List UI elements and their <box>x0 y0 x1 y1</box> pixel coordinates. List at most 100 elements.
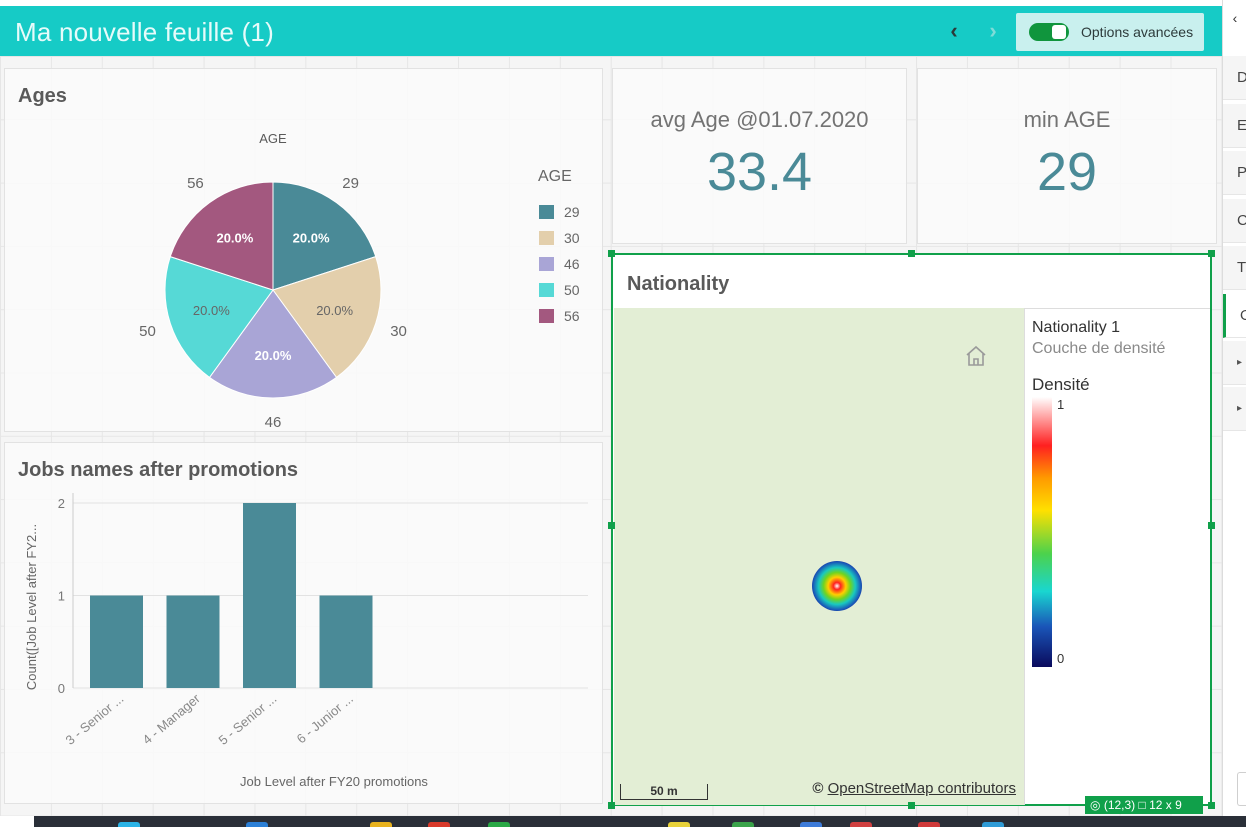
resize-handle-sw[interactable] <box>608 802 615 809</box>
pie-data-label: 20.0% <box>316 303 353 318</box>
jobs-panel[interactable]: Jobs names after promotions 012 3 - Seni… <box>4 442 603 804</box>
properties-tab[interactable]: T <box>1223 246 1246 290</box>
resize-handle-e[interactable] <box>1208 522 1215 529</box>
legend-swatch <box>539 309 554 323</box>
expand-arrow-icon[interactable]: ▸ <box>1223 341 1246 385</box>
density-color-ramp <box>1032 397 1052 667</box>
taskbar-app-icon[interactable] <box>918 822 940 827</box>
legend-item-label[interactable]: 46 <box>564 256 580 272</box>
layer-type: Couche de densité <box>1032 340 1166 357</box>
taskbar-app-icon[interactable] <box>246 822 268 827</box>
x-tick-label: 6 - Junior ... <box>294 691 356 747</box>
position-icon: ◎ <box>1090 798 1101 812</box>
resize-handle-se[interactable] <box>1208 802 1215 809</box>
bar[interactable] <box>319 595 373 689</box>
sheet-header: Ma nouvelle feuille (1) ‹ › Options avan… <box>0 6 1222 56</box>
legend-item-label[interactable]: 56 <box>564 308 580 324</box>
size-value: 12 x 9 <box>1149 798 1182 812</box>
home-icon[interactable] <box>964 344 988 368</box>
properties-tab[interactable]: P <box>1223 151 1246 195</box>
properties-tab[interactable]: C <box>1223 198 1246 243</box>
kpi-avg-age[interactable]: avg Age @01.07.2020 33.4 <box>612 68 907 244</box>
advanced-options-label: Options avancées <box>1081 24 1194 40</box>
os-taskbar <box>0 816 1246 827</box>
x-axis-label: Job Level after FY20 promotions <box>240 774 428 789</box>
taskbar-start-area <box>0 816 34 827</box>
kpi-value: 33.4 <box>706 142 813 202</box>
pie-category-label: 29 <box>342 175 359 192</box>
density-min-label: 0 <box>1057 651 1065 666</box>
pie-data-label: 20.0% <box>216 231 253 246</box>
position-value: (12,3) <box>1103 798 1136 812</box>
chevron-left-icon[interactable]: ‹ <box>942 18 966 44</box>
chart-title: AGE <box>259 131 287 146</box>
kpi-min-age[interactable]: min AGE 29 <box>917 68 1217 244</box>
taskbar-app-icon[interactable] <box>118 822 140 827</box>
panel-title: Nationality <box>627 273 730 295</box>
toggle-switch[interactable] <box>1029 23 1069 41</box>
legend-item-label[interactable]: 50 <box>564 282 580 298</box>
pie-data-label: 20.0% <box>293 231 330 246</box>
pie-category-label: 30 <box>390 323 407 340</box>
osm-link[interactable]: OpenStreetMap contributors <box>828 780 1016 797</box>
properties-pane: ‹ DEPCTO▸▸ <box>1222 0 1246 816</box>
legend-title: AGE <box>538 168 572 185</box>
legend-item-label[interactable]: 29 <box>564 204 580 220</box>
ages-panel[interactable]: Ages AGE 20.0% 29 20.0% 30 20.0% 46 20.0% 50 20.… <box>4 68 603 432</box>
properties-tab[interactable]: D <box>1223 56 1246 100</box>
legend-item-label[interactable]: 30 <box>564 230 580 246</box>
properties-tab[interactable]: E <box>1223 103 1246 148</box>
size-icon: □ <box>1138 798 1146 812</box>
taskbar-app-icon[interactable] <box>982 822 1004 827</box>
y-tick-label: 0 <box>58 681 65 696</box>
advanced-options-toggle[interactable]: Options avancées <box>1016 13 1204 51</box>
map-attribution: © OpenStreetMap contributors <box>812 780 1016 797</box>
pie-data-label: 20.0% <box>255 348 292 363</box>
y-axis-label: Count([Job Level after FY2... <box>24 524 39 690</box>
resize-handle-nw[interactable] <box>608 250 615 257</box>
taskbar-app-icon[interactable] <box>370 822 392 827</box>
density-label: Densité <box>1032 375 1090 394</box>
resize-handle-ne[interactable] <box>1208 250 1215 257</box>
taskbar-app-icon[interactable] <box>800 822 822 827</box>
y-tick-label: 1 <box>58 589 65 604</box>
x-tick-label: 4 - Manager <box>140 690 204 747</box>
resize-handle-w[interactable] <box>608 522 615 529</box>
resize-handle-s[interactable] <box>908 802 915 809</box>
bar[interactable] <box>90 595 143 689</box>
pane-button[interactable] <box>1237 772 1246 806</box>
kpi-value: 29 <box>1036 142 1098 202</box>
bar-chart: 0 1 2 3 - Senior ... 4 - Manager 5 - Senior … <box>24 493 588 789</box>
taskbar-app-icon[interactable] <box>732 822 754 827</box>
kpi-label: min AGE <box>1023 107 1111 132</box>
copyright-symbol: © <box>812 780 824 797</box>
pie-data-label: 20.0% <box>193 303 230 318</box>
bar[interactable] <box>243 503 296 688</box>
density-hotspot[interactable] <box>812 561 862 611</box>
density-max-label: 1 <box>1057 397 1065 412</box>
pie-category-label: 46 <box>265 414 282 431</box>
bar[interactable] <box>166 595 220 689</box>
properties-tab[interactable]: O <box>1223 293 1246 338</box>
legend-swatch <box>539 283 554 297</box>
x-tick-label: 3 - Senior ... <box>63 691 127 748</box>
resize-handle-n[interactable] <box>908 250 915 257</box>
kpi-label: avg Age @01.07.2020 <box>650 107 869 132</box>
collapse-arrow-icon[interactable]: ‹ <box>1223 10 1246 50</box>
pie-category-label: 56 <box>187 175 204 192</box>
taskbar-app-icon[interactable] <box>428 822 450 827</box>
map-view[interactable]: 50 m © OpenStreetMap contributors <box>614 308 1024 805</box>
selection-status-badge: ◎ (12,3) □ 12 x 9 <box>1085 796 1203 814</box>
map-legend: Nationality 1 Couche de densité Densité … <box>1024 308 1210 805</box>
x-tick-label: 5 - Senior ... <box>216 691 280 748</box>
taskbar-app-icon[interactable] <box>488 822 510 827</box>
nationality-panel[interactable]: Nationality 50 m © OpenStreetMap contrib… <box>611 253 1212 806</box>
taskbar-app-icon[interactable] <box>668 822 690 827</box>
taskbar-app-icon[interactable] <box>850 822 872 827</box>
expand-arrow-icon[interactable]: ▸ <box>1223 387 1246 431</box>
chevron-right-icon[interactable]: › <box>981 18 1005 44</box>
legend-swatch <box>539 257 554 271</box>
sheet-title: Ma nouvelle feuille (1) <box>15 17 274 47</box>
pie-chart: AGE 20.0%2920.0%3020.0%4620.0%5020.0%56 … <box>139 131 580 431</box>
pie-category-label: 50 <box>139 323 156 340</box>
